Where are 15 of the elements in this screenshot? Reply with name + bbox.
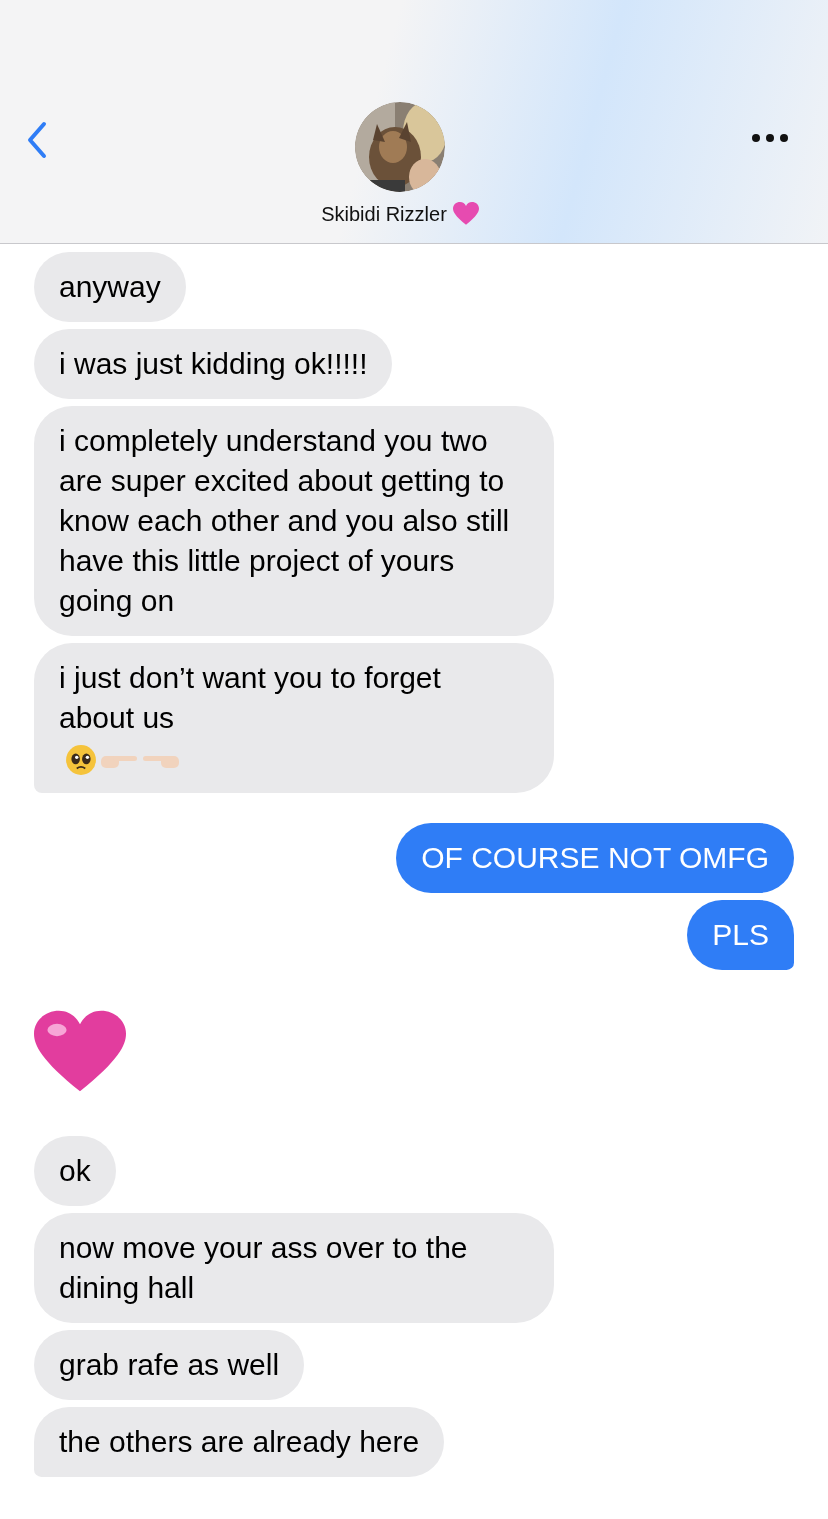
more-icon[interactable] — [752, 134, 788, 142]
message-text: i just don’t want you to forget about us — [59, 660, 442, 736]
message-text: grab rafe as well — [59, 1348, 280, 1381]
message-text: anyway — [59, 270, 161, 303]
contact-name[interactable]: Skibidi Rizzler — [321, 202, 447, 226]
message-text: PLS — [712, 918, 769, 951]
back-icon[interactable] — [26, 120, 48, 160]
message-text: OF COURSE NOT OMFG — [421, 841, 769, 874]
message-text: the others are already here — [59, 1425, 420, 1458]
message-text: now move your ass over to the dining hall — [59, 1231, 468, 1304]
message-text: i was just kidding ok!!!!! — [59, 347, 368, 380]
pleading-face-icon — [65, 744, 97, 777]
message-text: ok — [59, 1154, 91, 1187]
message-text: i completely understand you two are super excited about getting to know each other and you also still have this little project of yours going on — [59, 424, 510, 617]
heart-icon — [452, 202, 479, 226]
